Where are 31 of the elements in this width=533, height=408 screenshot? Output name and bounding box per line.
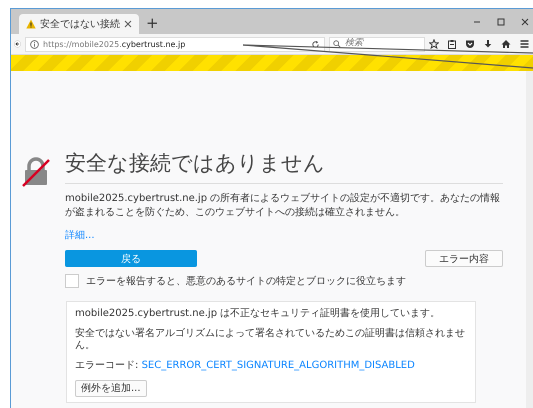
menu-icon[interactable] — [519, 39, 530, 49]
home-icon[interactable] — [501, 39, 511, 49]
reload-icon[interactable] — [311, 40, 320, 48]
new-tab-button[interactable]: + — [139, 14, 166, 34]
browser-tab[interactable]: 安全ではない接続 — [19, 14, 139, 34]
star-icon[interactable] — [429, 39, 439, 49]
report-checkbox[interactable] — [65, 274, 79, 288]
certificate-message: mobile2025.cybertrust.ne.jp は不正なセキュリティ証明書を使用しています。 — [75, 308, 442, 320]
pocket-icon[interactable] — [465, 39, 475, 49]
scrollbar[interactable] — [526, 71, 533, 408]
error-code-link[interactable]: SEC_ERROR_CERT_SIGNATURE_ALGORITHM_DISABLED — [142, 360, 415, 372]
info-icon — [30, 40, 39, 48]
add-exception-button[interactable]: 例外を追加... — [75, 380, 147, 396]
error-description: mobile2025.cybertrust.ne.jp の所有者によるウェブサイトの設定が不適切です。あなたの情報が盗まれることを防ぐため、このウェブサイトへの接続は確立されません。 — [65, 192, 502, 220]
close-icon[interactable] — [124, 20, 132, 28]
url-text: https://mobile2025.cybertrust.ne.jp — [43, 40, 186, 48]
warning-icon — [26, 19, 36, 29]
error-code-label: エラーコード: — [75, 360, 138, 371]
download-icon[interactable] — [483, 39, 493, 49]
address-bar[interactable]: https://mobile2025.cybertrust.ne.jp — [25, 36, 325, 52]
details-link[interactable]: 詳細... — [65, 228, 95, 242]
maximize-icon[interactable] — [496, 16, 506, 26]
error-title: 安全な接続ではありません — [65, 150, 326, 177]
clipboard-icon[interactable] — [447, 39, 457, 49]
close-icon[interactable] — [520, 16, 530, 26]
search-field[interactable]: 検索 — [329, 36, 425, 52]
advanced-button[interactable]: エラー内容 — [425, 250, 503, 267]
certificate-reason: 安全ではない署名アルゴリズムによって署名されているためこの証明書は信頼されません。 — [75, 328, 466, 352]
broken-lock-icon — [21, 157, 51, 187]
report-label: エラーを報告すると、悪意のあるサイトの特定とブロックに役立ちます — [86, 274, 406, 288]
search-icon — [333, 40, 341, 48]
